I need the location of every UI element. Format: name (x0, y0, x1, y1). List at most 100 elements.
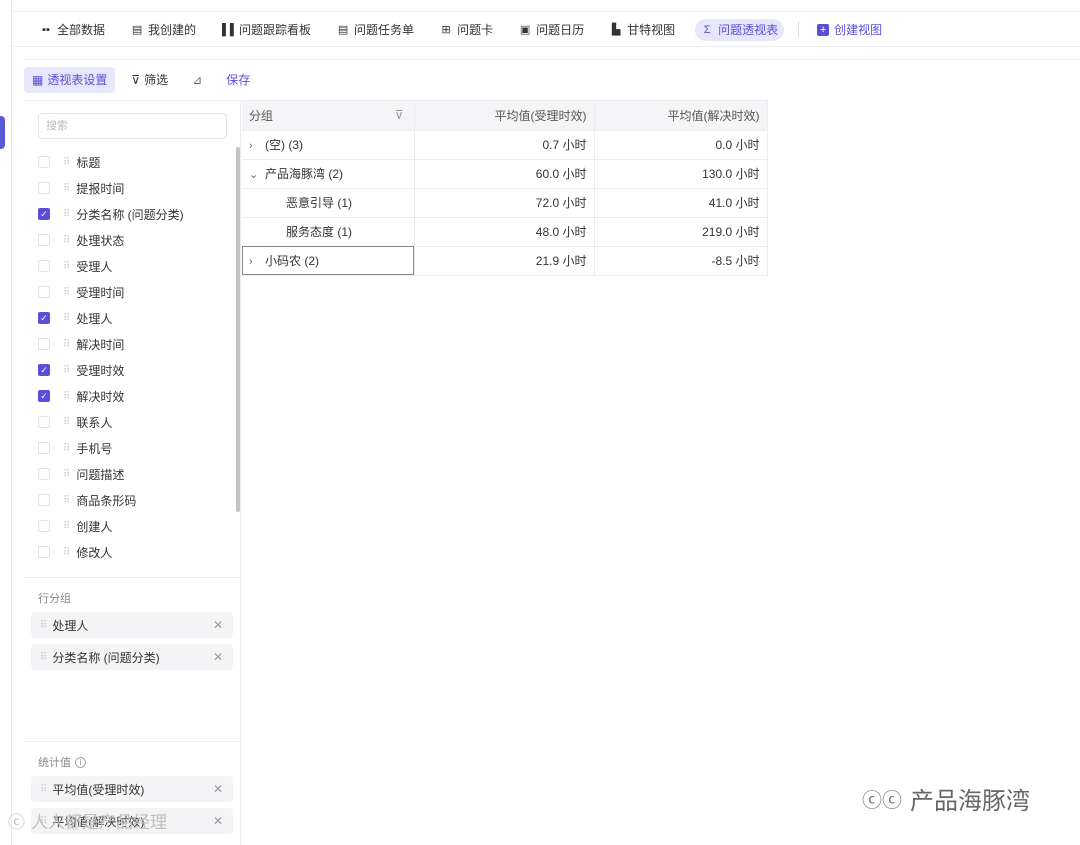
close-icon[interactable]: ✕ (213, 782, 223, 796)
drag-handle-icon[interactable]: ⠿ (63, 469, 70, 480)
table-row[interactable]: 恶意引导 (1) 72.0 小时 41.0 小时 (242, 188, 768, 218)
avg-resolve-cell[interactable]: 0.0 小时 (594, 130, 768, 160)
info-icon[interactable]: i (75, 756, 86, 768)
pivot-settings-button[interactable]: ▦ 透视表设置 (24, 66, 116, 93)
field-item[interactable]: ✓ ⠿ 受理时效 (38, 357, 228, 383)
field-checkbox[interactable] (38, 442, 50, 454)
field-item[interactable]: ⠿ 解决时间 (38, 331, 228, 357)
field-item[interactable]: ⠿ 提报时间 (38, 175, 228, 201)
chevron-right-icon[interactable]: › (249, 140, 265, 152)
view-tab-1[interactable]: ▤ 我创建的 (125, 19, 202, 41)
table-row[interactable]: › 小码农 (2) 21.9 小时 -8.5 小时 (242, 246, 768, 276)
field-item[interactable]: ⠿ 受理时间 (38, 279, 228, 305)
stat-chip[interactable]: ⠿ 平均值(受理时效) ✕ (31, 776, 233, 802)
avg-accept-cell[interactable]: 0.7 小时 (414, 130, 595, 160)
header-group[interactable]: 分组 ⊽ (242, 101, 415, 131)
chart-button[interactable]: ⊿ (184, 67, 210, 93)
field-item[interactable]: ⠿ 商品条形码 (38, 487, 228, 513)
field-checkbox[interactable] (38, 468, 50, 480)
avg-accept-cell[interactable]: 72.0 小时 (414, 188, 595, 218)
table-row[interactable]: ⌄ 产品海豚湾 (2) 60.0 小时 130.0 小时 (242, 159, 768, 189)
table-row[interactable]: › (空) (3) 0.7 小时 0.0 小时 (242, 130, 768, 160)
drag-handle-icon[interactable]: ⠿ (63, 287, 70, 298)
drag-handle-icon[interactable]: ⠿ (63, 157, 70, 168)
view-tab-7[interactable]: Σ 问题透视表 (695, 18, 785, 41)
field-checkbox[interactable] (38, 234, 50, 246)
row-group-chip[interactable]: ⠿ 处理人 ✕ (31, 612, 233, 638)
field-item[interactable]: ⠿ 标题 (38, 149, 228, 175)
table-row[interactable]: 服务态度 (1) 48.0 小时 219.0 小时 (242, 217, 768, 247)
avg-accept-cell[interactable]: 21.9 小时 (414, 246, 595, 276)
field-item[interactable]: ✓ ⠿ 分类名称 (问题分类) (38, 201, 228, 227)
drag-handle-icon[interactable]: ⠿ (40, 620, 47, 631)
drag-handle-icon[interactable]: ⠿ (63, 183, 70, 194)
drag-handle-icon[interactable]: ⠿ (63, 235, 70, 246)
drag-handle-icon[interactable]: ⠿ (63, 495, 70, 506)
row-group-chip[interactable]: ⠿ 分类名称 (问题分类) ✕ (31, 644, 233, 670)
field-item[interactable]: ⠿ 问题描述 (38, 461, 228, 487)
create-view-button[interactable]: + 创建视图 (811, 19, 888, 41)
drag-handle-icon[interactable]: ⠿ (63, 547, 70, 558)
header-avg-accept[interactable]: 平均值(受理时效) (414, 101, 595, 131)
group-cell[interactable]: 恶意引导 (1) (242, 188, 415, 218)
chevron-right-icon[interactable]: › (249, 256, 265, 268)
group-cell[interactable]: ⌄ 产品海豚湾 (2) (242, 159, 415, 189)
avg-resolve-cell[interactable]: 219.0 小时 (594, 217, 768, 247)
field-item[interactable]: ✓ ⠿ 处理人 (38, 305, 228, 331)
view-tab-2[interactable]: ▌▌ 问题跟踪看板 (216, 19, 317, 41)
group-cell[interactable]: › 小码农 (2) (242, 246, 415, 276)
avg-accept-cell[interactable]: 48.0 小时 (414, 217, 595, 247)
field-item[interactable]: ⠿ 创建人 (38, 513, 228, 539)
group-cell[interactable]: 服务态度 (1) (242, 217, 415, 247)
drag-handle-icon[interactable]: ⠿ (63, 365, 70, 376)
avg-resolve-cell[interactable]: -8.5 小时 (594, 246, 768, 276)
field-item[interactable]: ⠿ 手机号 (38, 435, 228, 461)
field-item[interactable]: ✓ ⠿ 解决时效 (38, 383, 228, 409)
drag-handle-icon[interactable]: ⠿ (63, 339, 70, 350)
field-checkbox[interactable] (38, 546, 50, 558)
close-icon[interactable]: ✕ (213, 650, 223, 664)
drag-handle-icon[interactable]: ⠿ (40, 784, 47, 795)
field-checkbox[interactable] (38, 520, 50, 532)
close-icon[interactable]: ✕ (213, 814, 223, 828)
drag-handle-icon[interactable]: ⠿ (63, 443, 70, 454)
field-checkbox[interactable]: ✓ (38, 208, 50, 220)
field-item[interactable]: ⠿ 受理人 (38, 253, 228, 279)
field-checkbox[interactable]: ✓ (38, 390, 50, 402)
field-checkbox[interactable]: ✓ (38, 312, 50, 324)
column-filter-icon[interactable]: ⊽ (395, 108, 404, 122)
field-checkbox[interactable] (38, 494, 50, 506)
group-cell[interactable]: › (空) (3) (242, 130, 415, 160)
field-item[interactable]: ⠿ 处理状态 (38, 227, 228, 253)
drag-handle-icon[interactable]: ⠿ (63, 313, 70, 324)
field-checkbox[interactable] (38, 182, 50, 194)
field-checkbox[interactable] (38, 338, 50, 350)
chevron-down-icon[interactable]: ⌄ (249, 168, 265, 181)
view-tab-3[interactable]: ▤ 问题任务单 (331, 19, 420, 41)
field-item[interactable]: ⠿ 修改人 (38, 539, 228, 565)
save-button[interactable]: 保存 (218, 67, 258, 93)
avg-resolve-cell[interactable]: 130.0 小时 (594, 159, 768, 189)
view-tab-0[interactable]: ▪▪ 全部数据 (34, 19, 111, 41)
avg-resolve-cell[interactable]: 41.0 小时 (594, 188, 768, 218)
field-checkbox[interactable] (38, 416, 50, 428)
view-tab-4[interactable]: ⊞ 问题卡 (434, 19, 499, 41)
drag-handle-icon[interactable]: ⠿ (63, 417, 70, 428)
header-avg-resolve[interactable]: 平均值(解决时效) (594, 101, 768, 131)
field-item[interactable]: ⠿ 联系人 (38, 409, 228, 435)
view-tab-5[interactable]: ▣ 问题日历 (513, 19, 590, 41)
drag-handle-icon[interactable]: ⠿ (40, 652, 47, 663)
view-tab-6[interactable]: ▙ 甘特视图 (604, 19, 681, 41)
field-checkbox[interactable] (38, 286, 50, 298)
drag-handle-icon[interactable]: ⠿ (63, 209, 70, 220)
field-checkbox[interactable] (38, 156, 50, 168)
field-search-input[interactable]: 搜索 (38, 113, 227, 139)
field-list-scrollbar[interactable] (236, 147, 240, 512)
field-checkbox[interactable] (38, 260, 50, 272)
drag-handle-icon[interactable]: ⠿ (63, 261, 70, 272)
field-checkbox[interactable]: ✓ (38, 364, 50, 376)
avg-accept-cell[interactable]: 60.0 小时 (414, 159, 595, 189)
drag-handle-icon[interactable]: ⠿ (63, 391, 70, 402)
close-icon[interactable]: ✕ (213, 618, 223, 632)
drag-handle-icon[interactable]: ⠿ (63, 521, 70, 532)
